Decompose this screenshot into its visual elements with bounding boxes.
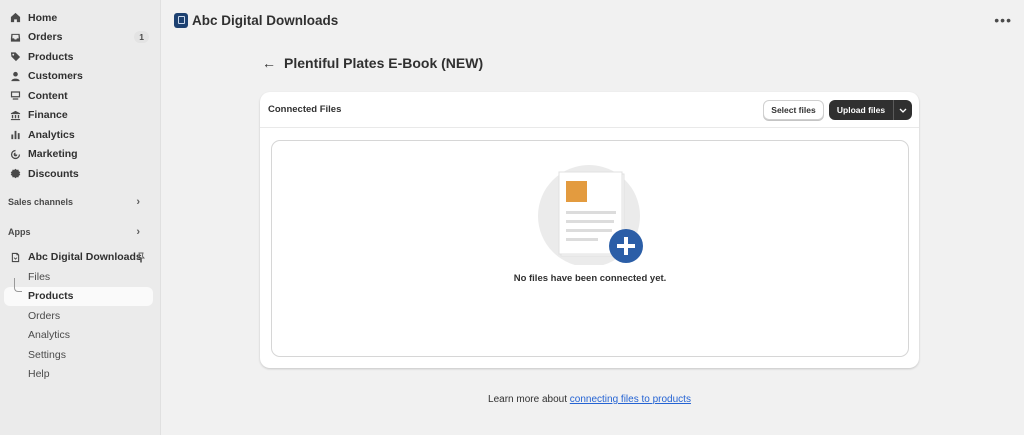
chevron-right-icon: › (136, 225, 140, 238)
nav-label: Finance (28, 109, 68, 122)
nav-label: Content (28, 89, 68, 102)
sales-channels-section[interactable]: Sales channels › (0, 192, 160, 212)
subnav-label: Analytics (28, 329, 71, 342)
file-dropzone[interactable]: No files have been connected yet. (271, 140, 909, 357)
nav-orders[interactable]: Orders 1 (0, 28, 160, 48)
nav-label: Abc Digital Downloads (28, 251, 142, 264)
subnav-label: Orders (28, 309, 61, 322)
more-actions-icon[interactable]: ••• (994, 12, 1012, 28)
subnav-orders[interactable]: Orders (0, 306, 160, 326)
tree-connector (14, 277, 22, 292)
app-title: Abc Digital Downloads (192, 12, 339, 28)
subnav-settings[interactable]: Settings (0, 345, 160, 365)
nav-home[interactable]: Home (0, 8, 160, 28)
empty-files-illustration-icon (538, 165, 643, 265)
target-icon (9, 148, 21, 160)
nav-marketing[interactable]: Marketing (0, 145, 160, 165)
empty-state-message: No files have been connected yet. (513, 273, 667, 284)
nav-analytics[interactable]: Analytics (0, 125, 160, 145)
section-label: Apps (8, 226, 31, 237)
help-footer: Learn more about connecting files to pro… (260, 394, 919, 405)
subnav-label: Settings (28, 348, 66, 361)
connecting-files-link[interactable]: connecting files to products (570, 394, 691, 405)
subnav-help[interactable]: Help (0, 365, 160, 385)
nav-products[interactable]: Products (0, 47, 160, 67)
nav-label: Marketing (28, 148, 78, 161)
inbox-icon (9, 31, 21, 43)
nav-app-abc-digital-downloads[interactable]: Abc Digital Downloads (0, 248, 160, 268)
page-header: ← Plentiful Plates E-Book (NEW) (262, 55, 483, 71)
upload-files-button-group: Upload files (829, 100, 912, 120)
download-app-icon (9, 251, 21, 263)
nav-finance[interactable]: Finance (0, 106, 160, 126)
app-logo-icon (174, 12, 188, 28)
sidebar: Home Orders 1 Products Customers Content… (0, 0, 161, 435)
nav-label: Products (28, 50, 74, 63)
nav-label: Customers (28, 70, 83, 83)
apps-section[interactable]: Apps › (0, 222, 160, 242)
nav-label: Analytics (28, 128, 75, 141)
nav-content[interactable]: Content (0, 86, 160, 106)
nav-label: Discounts (28, 167, 79, 180)
person-icon (9, 70, 21, 82)
nav-label: Orders (28, 31, 63, 44)
pin-icon[interactable] (136, 252, 146, 263)
nav-label: Home (28, 11, 58, 24)
card-title: Connected Files (268, 104, 342, 115)
chevron-down-icon[interactable] (894, 108, 912, 113)
subnav-products[interactable]: Products (4, 277, 153, 306)
content-icon (9, 90, 21, 102)
footer-prefix: Learn more about (488, 394, 570, 405)
orders-count-badge: 1 (134, 30, 149, 43)
upload-files-button[interactable]: Upload files (829, 105, 893, 115)
bar-chart-icon (9, 129, 21, 141)
bank-icon (9, 109, 21, 121)
select-files-button[interactable]: Select files (763, 100, 824, 120)
home-icon (9, 12, 21, 24)
section-label: Sales channels (8, 196, 74, 207)
tag-icon (9, 51, 21, 63)
connected-files-card: Connected Files Select files Upload file… (260, 92, 919, 368)
page-title: Plentiful Plates E-Book (NEW) (284, 55, 484, 71)
subnav-files[interactable]: Files (0, 267, 160, 287)
discount-icon (9, 168, 21, 180)
nav-customers[interactable]: Customers (0, 67, 160, 87)
chevron-right-icon: › (136, 195, 140, 208)
app-topbar: Abc Digital Downloads ••• (161, 0, 1024, 40)
subnav-label: Files (28, 270, 51, 283)
back-arrow-icon[interactable]: ← (262, 55, 276, 71)
nav-discounts[interactable]: Discounts (0, 164, 160, 184)
subnav-label: Help (28, 368, 50, 381)
subnav-label: Products (28, 290, 74, 303)
subnav-analytics[interactable]: Analytics (0, 326, 160, 346)
